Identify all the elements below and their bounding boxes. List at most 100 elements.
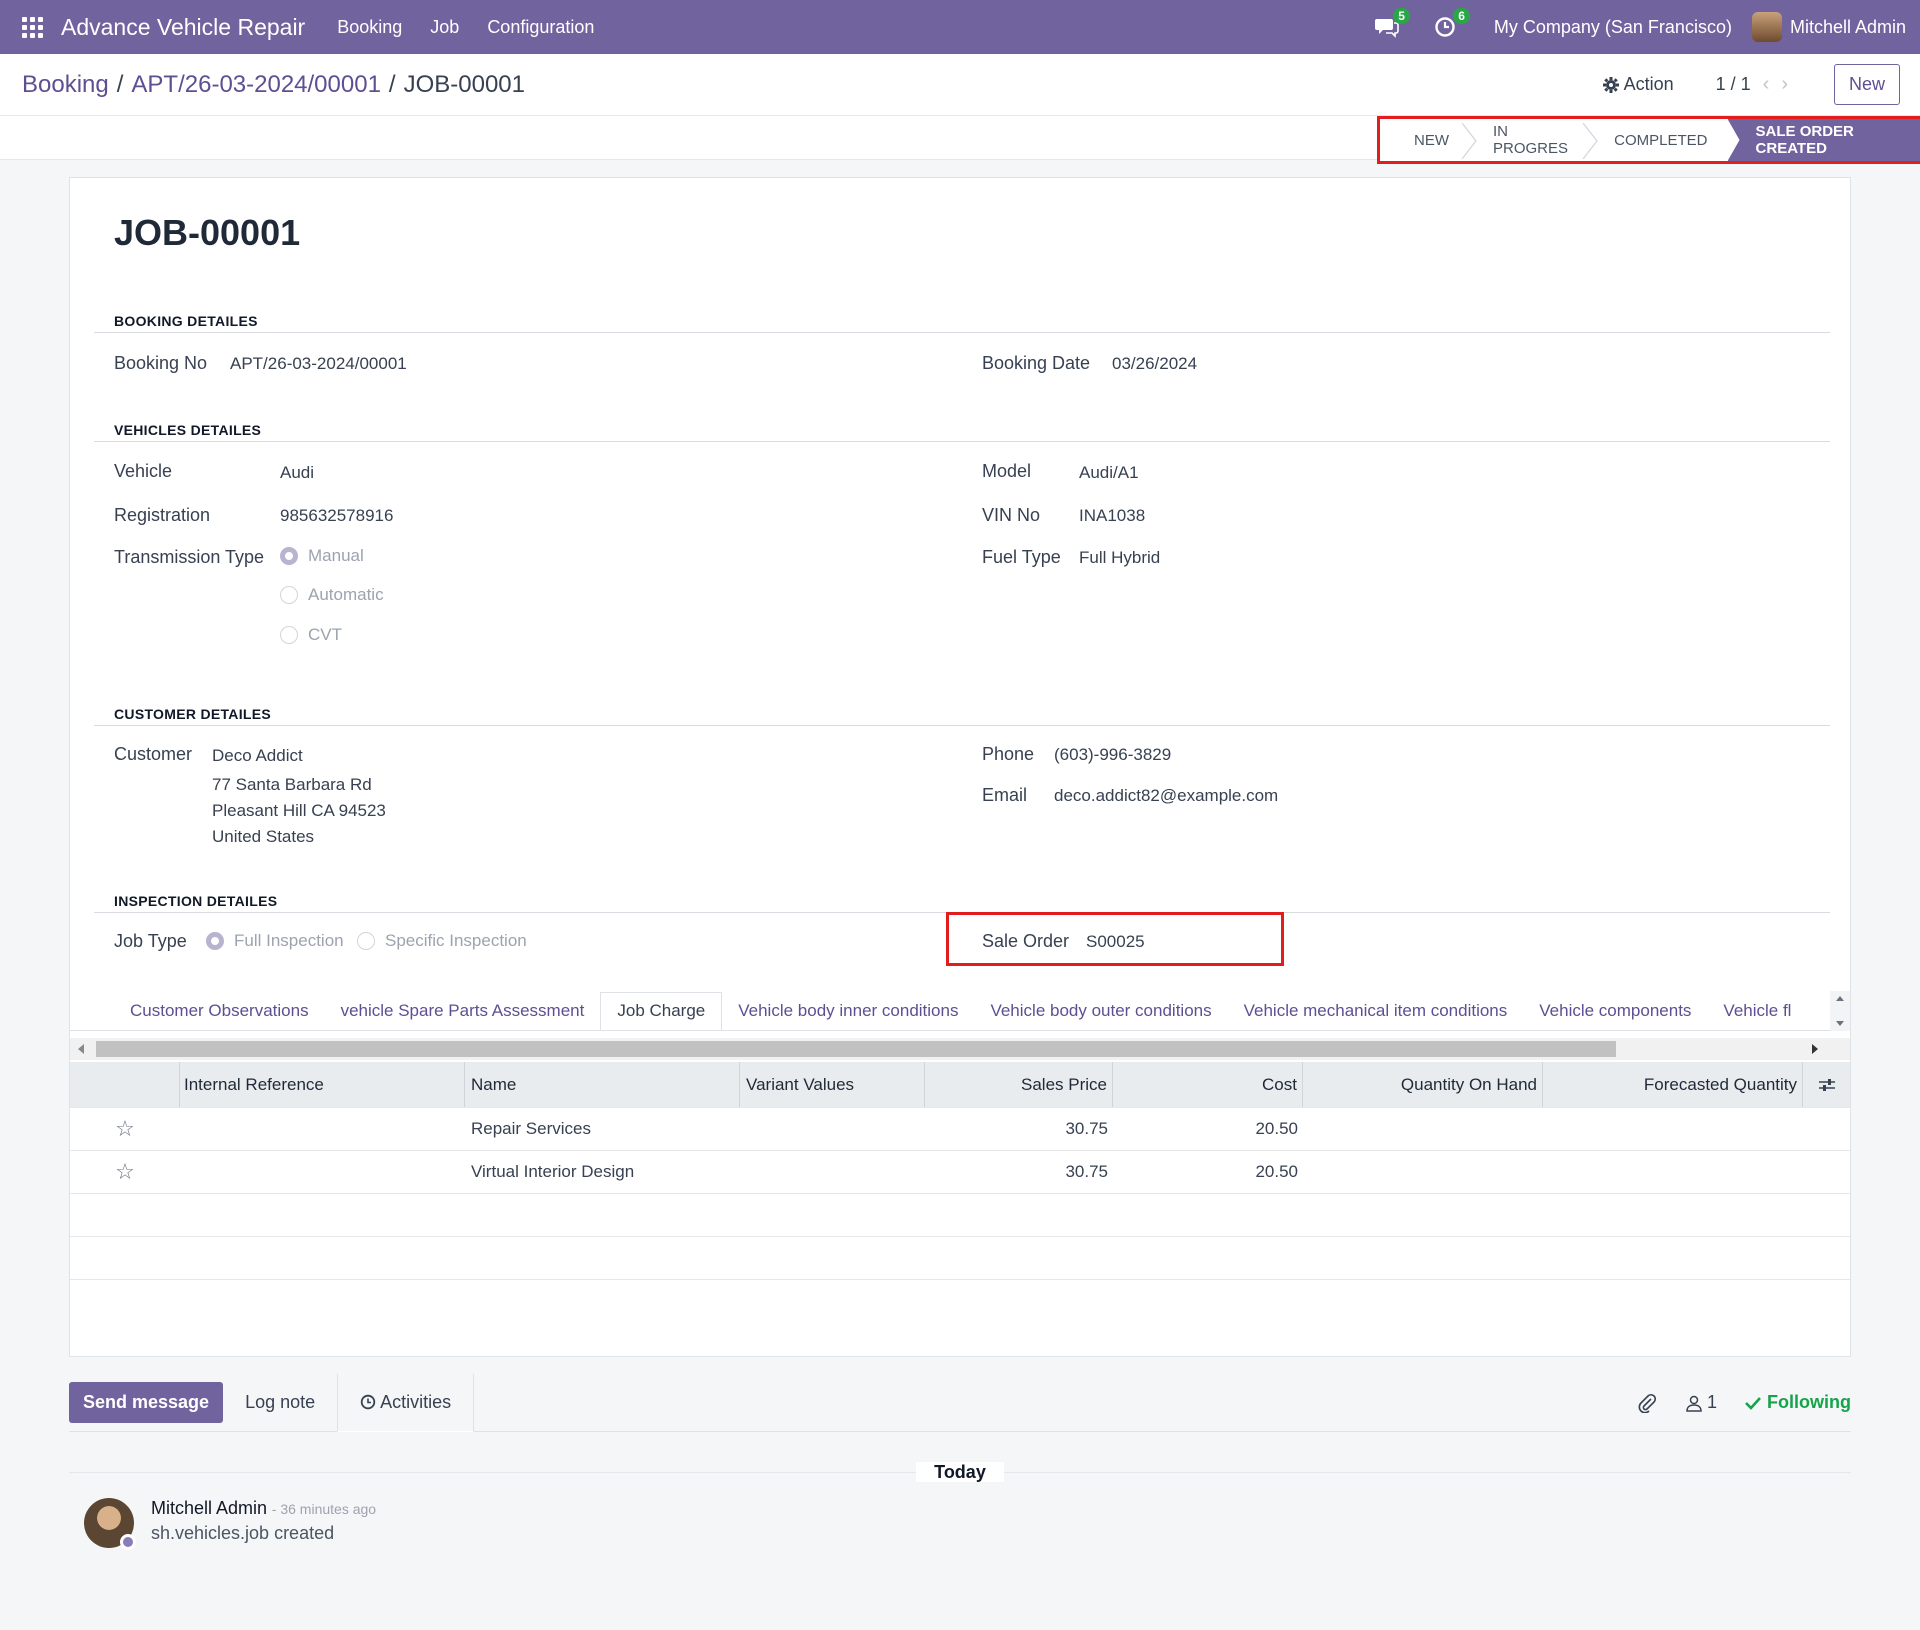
stage-new-label: NEW — [1414, 131, 1449, 149]
table-row[interactable]: ☆ Virtual Interior Design 30.75 20.50 — [70, 1151, 1850, 1194]
header-quantity-on-hand[interactable]: Quantity On Hand — [1303, 1062, 1543, 1107]
header-variant-values[interactable]: Variant Values — [740, 1062, 925, 1107]
table-horizontal-scrollbar[interactable] — [70, 1038, 1850, 1060]
menu-configuration[interactable]: Configuration — [487, 17, 594, 38]
radio-label: Specific Inspection — [385, 931, 527, 950]
following-button[interactable]: Following — [1745, 1392, 1851, 1413]
clock-icon — [360, 1394, 376, 1410]
stage-new[interactable]: NEW — [1390, 119, 1477, 161]
header-sales-price[interactable]: Sales Price — [925, 1062, 1113, 1107]
app-name[interactable]: Advance Vehicle Repair — [61, 14, 305, 41]
online-status-icon — [120, 1534, 136, 1550]
address-line-2: Pleasant Hill CA 94523 — [212, 801, 386, 820]
phone-value[interactable]: (603)-996-3829 — [1054, 745, 1171, 765]
status-bar: NEW IN PROGRES COMPLETED SALE ORDER CREA… — [1377, 116, 1920, 164]
menu-job[interactable]: Job — [430, 17, 459, 38]
transmission-cvt-radio[interactable]: CVT — [280, 625, 342, 645]
pager-value[interactable]: 1 / 1 — [1716, 74, 1751, 95]
action-button[interactable]: Action — [1602, 74, 1674, 95]
followers-button[interactable]: 1 — [1685, 1392, 1717, 1413]
scrollbar-thumb[interactable] — [96, 1041, 1616, 1057]
radio-label: Manual — [308, 546, 364, 565]
job-type-full-radio[interactable]: Full Inspection — [206, 931, 344, 951]
chatter-toolbar: Send message Log note Activities 1 Follo… — [69, 1373, 1851, 1432]
paperclip-icon[interactable] — [1637, 1393, 1657, 1413]
optional-columns-icon[interactable] — [1803, 1062, 1850, 1107]
activities-button[interactable]: Activities — [337, 1373, 475, 1432]
header-name[interactable]: Name — [465, 1062, 740, 1107]
vehicle-label: Vehicle — [114, 461, 173, 481]
send-message-button[interactable]: Send message — [69, 1382, 224, 1423]
stage-in-progress[interactable]: IN PROGRES — [1469, 119, 1598, 161]
header-internal-reference[interactable]: Internal Reference — [180, 1062, 465, 1107]
email-value[interactable]: deco.addict82@example.com — [1054, 786, 1278, 806]
booking-date-value[interactable]: 03/26/2024 — [1112, 354, 1197, 374]
fuel-type-label: Fuel Type — [982, 547, 1061, 567]
tabs-vertical-scrollbar[interactable] — [1830, 991, 1850, 1031]
vehicle-link[interactable]: Audi — [280, 463, 314, 483]
section-divider — [94, 441, 1830, 442]
star-icon[interactable]: ☆ — [115, 1116, 135, 1141]
tab-vehicle-fl[interactable]: Vehicle fl — [1707, 993, 1807, 1030]
registration-value[interactable]: 985632578916 — [280, 506, 393, 526]
email-label: Email — [982, 785, 1028, 805]
activities-count-badge: 6 — [1453, 8, 1470, 24]
sale-order-link[interactable]: S00025 — [1086, 932, 1145, 952]
log-note-button[interactable]: Log note — [223, 1374, 337, 1432]
messages-count-badge: 5 — [1393, 8, 1410, 24]
tab-customer-observations[interactable]: Customer Observations — [114, 993, 325, 1030]
breadcrumb: Booking / APT/26-03-2024/00001 / JOB-000… — [22, 71, 525, 99]
pager-next-icon[interactable]: › — [1781, 73, 1800, 95]
breadcrumb-booking[interactable]: Booking — [22, 71, 109, 99]
tab-job-charge[interactable]: Job Charge — [600, 992, 723, 1030]
table-row[interactable]: ☆ Repair Services 30.75 20.50 — [70, 1108, 1850, 1151]
radio-label: Automatic — [308, 585, 384, 604]
stage-sale-order-created[interactable]: SALE ORDER CREATED — [1727, 119, 1920, 161]
user-menu[interactable]: Mitchell Admin — [1751, 12, 1906, 42]
breadcrumb-booking-record[interactable]: APT/26-03-2024/00001 — [131, 71, 381, 99]
radio-unchecked-icon — [280, 586, 298, 604]
sale-order-label: Sale Order — [982, 931, 1070, 951]
user-icon — [1686, 1395, 1702, 1412]
customer-link[interactable]: Deco Addict — [212, 746, 303, 766]
header-forecasted-quantity[interactable]: Forecasted Quantity — [1543, 1062, 1803, 1107]
tab-mechanical-item-conditions[interactable]: Vehicle mechanical item conditions — [1228, 993, 1524, 1030]
header-cost[interactable]: Cost — [1113, 1062, 1303, 1107]
activities-clock-icon[interactable]: 6 — [1434, 8, 1470, 38]
message-time: - 36 minutes ago — [271, 1501, 377, 1517]
vin-label: VIN No — [982, 505, 1041, 525]
address-line-1: 77 Santa Barbara Rd — [212, 775, 372, 794]
vin-value[interactable]: INA1038 — [1079, 506, 1145, 526]
fuel-type-value[interactable]: Full Hybrid — [1079, 548, 1160, 568]
company-switcher[interactable]: My Company (San Francisco) — [1494, 17, 1732, 38]
stage-completed[interactable]: COMPLETED — [1590, 119, 1727, 161]
scroll-left-icon[interactable] — [76, 1043, 86, 1055]
tab-vehicle-components[interactable]: Vehicle components — [1523, 993, 1707, 1030]
tab-body-outer-conditions[interactable]: Vehicle body outer conditions — [974, 993, 1227, 1030]
cell-cost: 20.50 — [1255, 1162, 1298, 1181]
menu-booking[interactable]: Booking — [337, 17, 402, 38]
pager-previous-icon[interactable]: ‹ — [1763, 73, 1782, 95]
message-author-avatar[interactable] — [84, 1498, 136, 1550]
transmission-manual-radio[interactable]: Manual — [280, 546, 364, 566]
transmission-automatic-radio[interactable]: Automatic — [280, 585, 384, 605]
stage-in-progress-label: IN PROGRES — [1493, 123, 1569, 157]
empty-table-row — [70, 1237, 1850, 1280]
followers-count: 1 — [1707, 1392, 1718, 1412]
stage-sale-order-created-label: SALE ORDER CREATED — [1755, 123, 1854, 157]
star-icon[interactable]: ☆ — [115, 1159, 135, 1184]
model-link[interactable]: Audi/A1 — [1079, 463, 1139, 483]
date-separator-label: Today — [916, 1462, 1004, 1482]
scroll-right-icon[interactable] — [1810, 1043, 1820, 1055]
inspection-section-heading: INSPECTION DETAILES — [114, 893, 278, 909]
message-author[interactable]: Mitchell Admin — [151, 1498, 267, 1518]
apps-menu-icon[interactable] — [22, 16, 44, 38]
tab-spare-parts-assessment[interactable]: vehicle Spare Parts Assessment — [325, 993, 601, 1030]
booking-no-link[interactable]: APT/26-03-2024/00001 — [230, 354, 407, 374]
date-separator: Today — [0, 1462, 1920, 1483]
job-type-specific-radio[interactable]: Specific Inspection — [357, 931, 527, 951]
messages-icon[interactable]: 5 — [1374, 8, 1410, 38]
new-button[interactable]: New — [1833, 64, 1900, 105]
cell-sales-price: 30.75 — [1065, 1119, 1108, 1138]
tab-body-inner-conditions[interactable]: Vehicle body inner conditions — [722, 993, 974, 1030]
